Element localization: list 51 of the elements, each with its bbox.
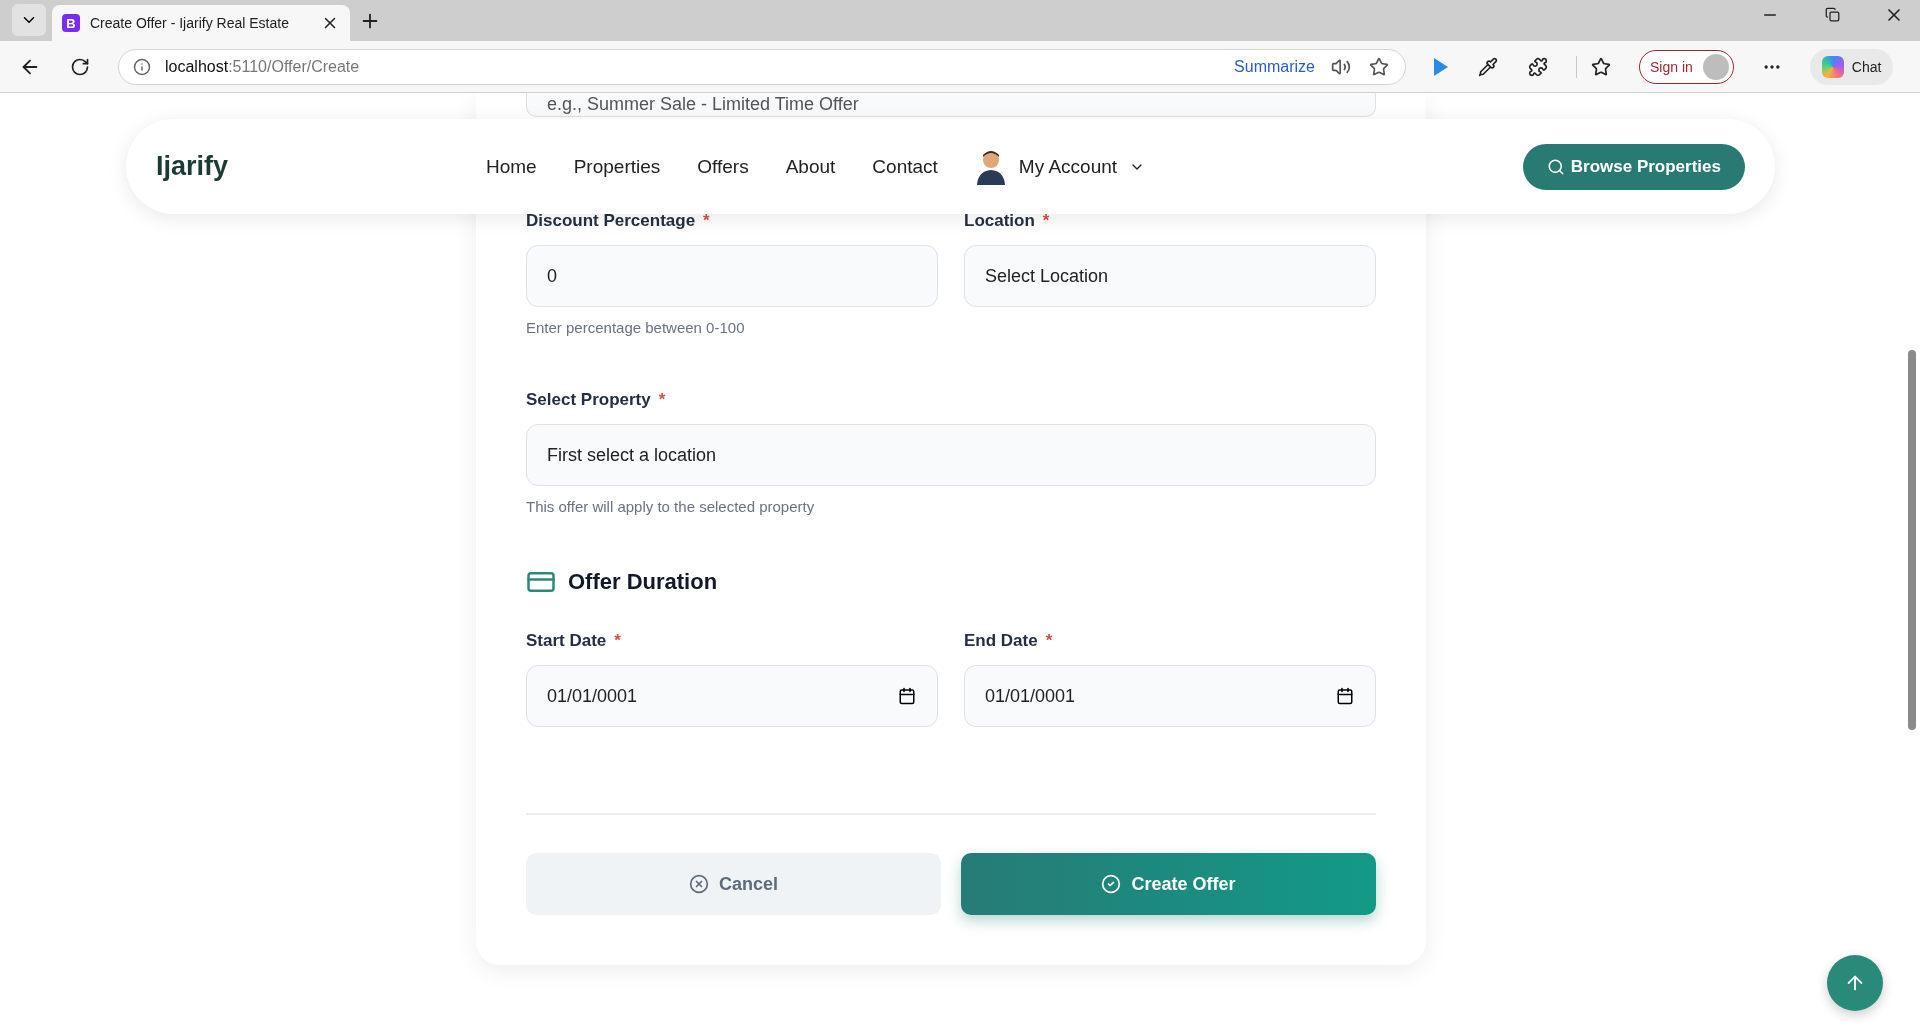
logo[interactable]: Ijarify (156, 151, 486, 182)
favorite-star-icon[interactable] (1369, 56, 1389, 77)
nav-link[interactable]: Properties (573, 155, 661, 178)
calendar-icon[interactable] (898, 687, 916, 705)
browser-tab[interactable]: B Create Offer - Ijarify Real Estate (52, 5, 350, 41)
input-field[interactable]: e.g., Summer Sale - Limited Time Offer (526, 93, 1376, 117)
reload-icon[interactable] (70, 56, 90, 77)
extensions-icon[interactable] (1528, 56, 1548, 77)
summarize-link[interactable]: Summarize (1234, 57, 1315, 76)
account-menu[interactable]: My Account (974, 148, 1146, 185)
field-label: Select Property * (526, 390, 667, 410)
nav-link[interactable]: Home (486, 155, 537, 178)
pointer-icon[interactable] (1432, 56, 1450, 77)
pipette-icon[interactable] (1478, 56, 1498, 77)
circle-x-icon (689, 874, 709, 894)
help-text: This offer will apply to the selected property (526, 498, 816, 515)
url-host: localhost (165, 57, 229, 76)
speaker-icon[interactable] (1331, 56, 1351, 77)
nav-link[interactable]: About (785, 155, 836, 178)
date-field[interactable]: 01/01/0001 (526, 665, 938, 727)
info-icon[interactable] (133, 57, 151, 76)
field-label: End Date * (964, 631, 1054, 651)
field-label: Location * (964, 211, 1051, 231)
field-label: Discount Percentage * (526, 211, 711, 231)
favorites-icon[interactable] (1591, 56, 1611, 77)
sign-in-button[interactable]: Sign in (1639, 49, 1734, 84)
calendar-icon[interactable] (1336, 687, 1354, 705)
circle-check-icon (1101, 874, 1122, 894)
create-offer-button[interactable]: Create Offer (961, 853, 1376, 915)
field-label: Start Date * (526, 631, 622, 651)
url-path: :5110/Offer/Create (228, 57, 360, 76)
date-field[interactable]: 01/01/0001 (964, 665, 1376, 727)
avatar-icon (1702, 53, 1729, 80)
select-field[interactable]: First select a location (526, 424, 1376, 486)
address-bar[interactable]: localhost:5110/Offer/Create Summarize (118, 48, 1406, 85)
section-heading: Offer Duration (568, 569, 718, 595)
browse-properties-button[interactable]: Browse Properties (1522, 143, 1745, 190)
search-icon (1546, 157, 1565, 176)
scroll-top-button[interactable] (1827, 955, 1883, 1011)
cancel-button[interactable]: Cancel (526, 853, 941, 915)
input-field[interactable]: 0 (526, 245, 938, 307)
favicon: B (62, 14, 80, 32)
chat-button[interactable]: Chat (1809, 48, 1894, 85)
nav-link[interactable]: Offers (697, 155, 749, 178)
help-text: Enter percentage between 0-100 (526, 319, 746, 336)
select-field[interactable]: Select Location (964, 245, 1376, 307)
tab-title: Create Offer - Ijarify Real Estate (90, 15, 290, 31)
nav-link[interactable]: Contact (872, 155, 938, 178)
avatar-icon (974, 148, 1007, 185)
copilot-icon (1821, 55, 1844, 78)
restore-icon[interactable] (1824, 7, 1840, 22)
